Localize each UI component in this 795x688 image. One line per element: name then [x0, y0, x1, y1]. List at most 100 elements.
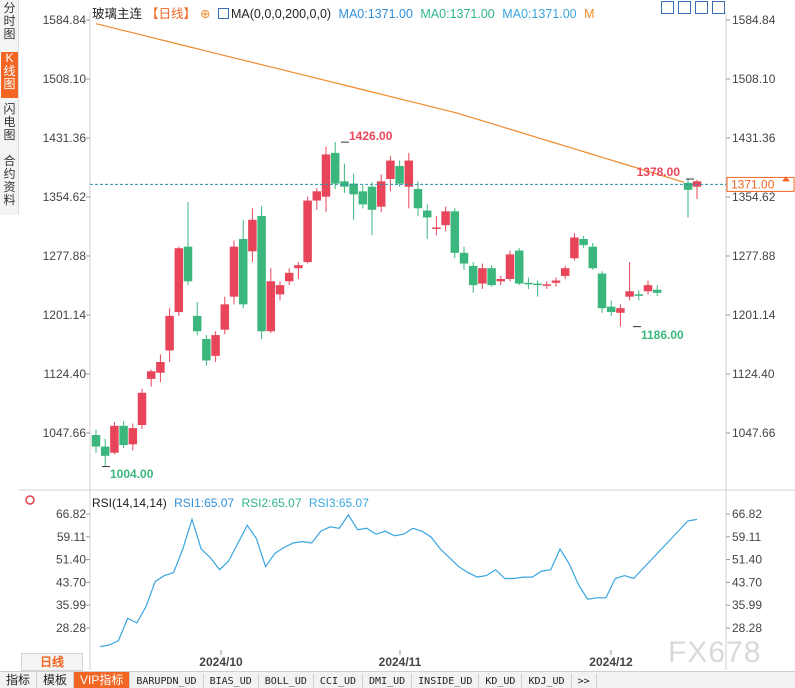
- rsi-tick-label-right: 43.70: [732, 575, 762, 589]
- chart-window: 分时图 K线图 闪电图 合约资料 玻璃主连 【日线】 ⊕ MA(0,0,0,200,…: [0, 0, 795, 688]
- candle-body: [349, 183, 358, 195]
- candle-body: [478, 268, 487, 284]
- candle-body: [211, 335, 220, 356]
- indicator-tab-bar: 指标 模板 VIP指标 BARUPDN_UD BIAS_UD BOLL_UD CCI_UD D…: [0, 671, 795, 688]
- candle-body: [303, 200, 312, 263]
- chart-canvas[interactable]: 1584.84 1584.84 1508.10 1508.10 1431.36 1431.…: [0, 0, 795, 688]
- period-button[interactable]: 日线: [21, 653, 83, 671]
- candle-body: [100, 446, 110, 456]
- y-tick-label-left: 1201.14: [43, 308, 87, 322]
- recent-high-label: 1378.00: [637, 165, 681, 179]
- rsi-tick-label-right: 59.11: [732, 530, 761, 544]
- tab-templates[interactable]: 模板: [37, 672, 75, 688]
- candle-body: [597, 273, 607, 309]
- candle-body: [634, 294, 644, 296]
- candle-body: [441, 211, 450, 226]
- candle-body: [275, 285, 285, 295]
- y-tick-label-left: 1124.40: [44, 367, 87, 381]
- candle-body: [321, 154, 331, 197]
- candle-body: [588, 246, 598, 269]
- y-tick-label-left: 1047.66: [43, 426, 87, 440]
- y-tick-label-left: 1584.84: [43, 13, 87, 27]
- candle-body: [459, 252, 469, 264]
- y-tick-label-left: 1277.88: [43, 249, 87, 263]
- tab-vip-indicators[interactable]: VIP指标: [74, 672, 131, 688]
- tab-indicators[interactable]: 指标: [0, 672, 38, 688]
- tab-cci[interactable]: CCI_UD: [314, 674, 364, 688]
- candle-body: [450, 211, 460, 253]
- tab-dmi[interactable]: DMI_UD: [363, 674, 413, 688]
- candle-body: [395, 165, 404, 184]
- candle-body: [257, 215, 266, 332]
- rsi-line: [99, 513, 698, 648]
- candle-body: [386, 160, 395, 180]
- candle-body: [229, 246, 239, 297]
- y-tick-label-right: 1277.88: [732, 249, 776, 263]
- watermark: FX678: [668, 636, 762, 669]
- y-tick-label-right: 1431.36: [732, 131, 776, 145]
- candle-body: [128, 428, 138, 445]
- rsi3-value: RSI3:65.07: [308, 496, 369, 510]
- tab-bias[interactable]: BIAS_UD: [204, 674, 259, 688]
- candle-body: [156, 362, 165, 373]
- rsi-tick-label-left: 35.99: [56, 598, 86, 612]
- low-price-label: 1004.00: [110, 467, 154, 481]
- candle-body: [367, 186, 377, 210]
- candle-body: [468, 265, 478, 286]
- candle-body: [570, 237, 579, 259]
- candle-body: [174, 248, 184, 313]
- candle-body: [266, 281, 276, 332]
- rsi-title: RSI(14,14,14): [92, 496, 167, 510]
- y-tick-label-right: 1508.10: [732, 72, 776, 86]
- max-price-label: 1426.00: [349, 129, 393, 143]
- rsi-settings-icon: [25, 495, 35, 505]
- candle-body: [192, 315, 202, 332]
- rsi-tick-label-left: 59.11: [57, 530, 86, 544]
- candle-body: [643, 285, 653, 292]
- y-tick-label-right: 1354.62: [732, 190, 776, 204]
- candle-body: [146, 371, 156, 379]
- y-tick-label-right: 1584.84: [732, 13, 776, 27]
- candle-body: [404, 160, 414, 187]
- x-tick-label: 2024/10: [199, 655, 243, 669]
- y-tick-label-right: 1047.66: [732, 426, 776, 440]
- y-tick-label-left: 1508.10: [43, 72, 87, 86]
- candle-body: [625, 291, 634, 297]
- candle-body: [616, 308, 625, 313]
- candle-body: [533, 283, 542, 286]
- candle-body: [248, 219, 257, 252]
- rsi-tick-label-right: 51.40: [732, 553, 762, 567]
- candle-body: [220, 304, 230, 330]
- min-price-label: 1186.00: [641, 328, 684, 342]
- candle-body: [110, 425, 119, 453]
- last-price-tag: 1371.00: [731, 177, 775, 191]
- y-tick-label-right: 1124.40: [732, 367, 775, 381]
- rsi-tick-label-left: 51.40: [56, 553, 86, 567]
- rsi-tick-label-left: 28.28: [56, 621, 86, 635]
- candle-body: [358, 191, 368, 205]
- rsi2-value: RSI2:65.07: [241, 496, 302, 510]
- tab-boll[interactable]: BOLL_UD: [259, 674, 314, 688]
- rsi1-value: RSI1:65.07: [174, 496, 235, 510]
- candle-body: [432, 227, 441, 229]
- tab-more[interactable]: >>: [572, 674, 597, 688]
- candle-body: [551, 280, 561, 283]
- candle-body: [422, 210, 432, 218]
- candle-body: [202, 338, 211, 361]
- candle-body: [284, 272, 294, 282]
- candle-body: [579, 238, 588, 246]
- candle-body: [496, 278, 506, 282]
- y-tick-label-right: 1201.14: [732, 308, 776, 322]
- y-tick-label-left: 1431.36: [43, 131, 87, 145]
- x-tick-label: 2024/12: [589, 655, 633, 669]
- tab-barupdn[interactable]: BARUPDN_UD: [130, 674, 204, 688]
- candle-body: [514, 250, 524, 284]
- candle-body: [652, 289, 662, 293]
- candle-body: [505, 254, 515, 279]
- tab-inside[interactable]: INSIDE_UD: [412, 674, 480, 688]
- rsi-tick-label-right: 35.99: [732, 598, 762, 612]
- candle-body: [238, 238, 248, 305]
- tab-kd[interactable]: KD_UD: [479, 674, 523, 688]
- tab-kdj[interactable]: KDJ_UD: [522, 674, 572, 688]
- candle-body: [294, 265, 303, 269]
